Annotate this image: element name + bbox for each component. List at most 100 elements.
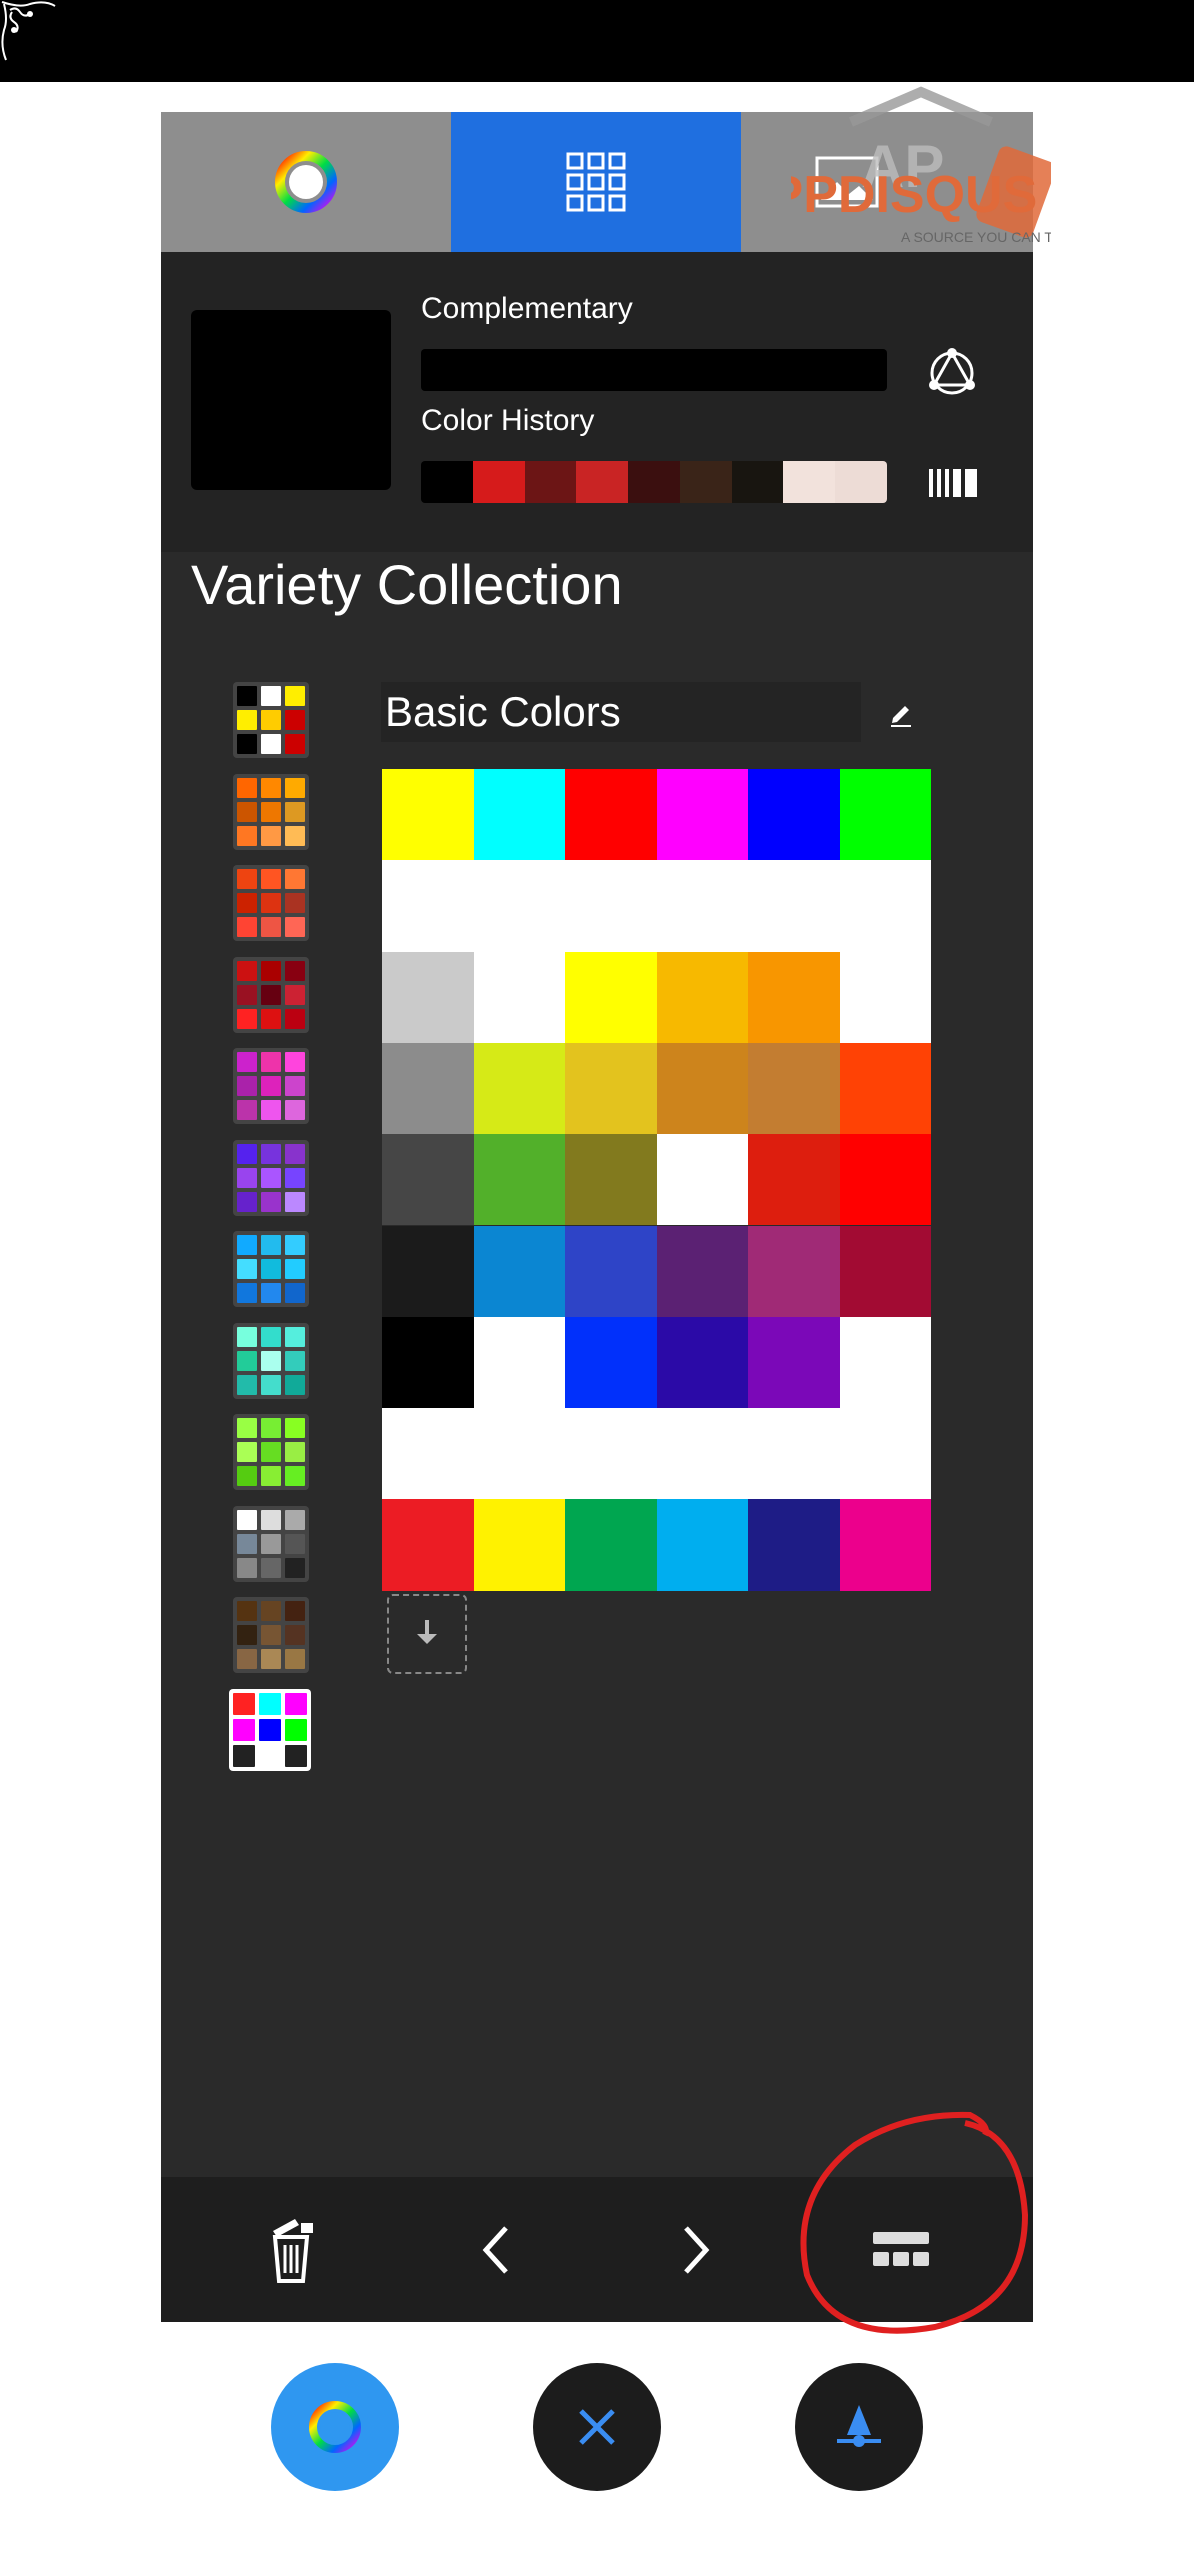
palette-thumbnail[interactable] [233,773,309,850]
history-swatch[interactable] [679,461,732,503]
color-cell[interactable] [382,769,474,861]
history-swatch[interactable] [576,461,629,503]
color-cell[interactable] [473,1134,565,1226]
color-cell[interactable] [839,860,931,952]
palette-thumbnail[interactable] [233,1231,309,1307]
palette-thumbnail[interactable] [233,1322,309,1399]
color-cell[interactable] [565,1225,657,1317]
color-cell[interactable] [565,769,657,861]
color-cell[interactable] [748,1042,840,1135]
thumbnail-swatch [237,1191,257,1212]
history-swatch[interactable] [835,461,887,503]
thumbnail-swatch [285,893,305,913]
color-cell[interactable] [839,1225,931,1317]
color-cell[interactable] [656,1225,748,1317]
thumbnail-swatch [261,1418,281,1438]
palette-name-field[interactable]: Basic Colors [381,682,861,742]
color-cell[interactable] [382,1408,474,1500]
palette-thumbnail[interactable] [233,865,309,941]
history-swatch[interactable] [628,461,680,503]
color-cell[interactable] [473,1316,565,1409]
history-swatch[interactable] [524,461,577,503]
color-cell[interactable] [839,1134,931,1226]
palette-thumbnail[interactable] [233,1414,309,1490]
edit-icon[interactable] [881,692,921,732]
current-color-swatch[interactable] [191,310,391,490]
palette-thumbnail[interactable] [233,1597,309,1673]
color-cell[interactable] [382,1134,474,1226]
complementary-bar[interactable] [421,349,887,391]
palette-thumbnail[interactable] [233,1505,309,1582]
history-list-icon[interactable] [923,462,983,504]
color-cell[interactable] [656,1408,748,1500]
color-cell[interactable] [473,860,565,952]
color-cell[interactable] [565,860,657,952]
color-cell[interactable] [656,860,748,952]
color-cell[interactable] [565,1134,657,1226]
color-cell[interactable] [382,860,474,952]
history-swatch[interactable] [472,461,525,503]
color-cell[interactable] [748,860,840,952]
color-cell[interactable] [656,951,748,1043]
thumbnail-swatch [285,1557,305,1578]
color-cell[interactable] [748,1499,840,1591]
color-cell[interactable] [473,1042,565,1135]
palette-thumbnail[interactable] [233,682,309,758]
color-cell[interactable] [748,1134,840,1226]
close-fab[interactable] [533,2363,661,2491]
color-cell[interactable] [565,1316,657,1409]
color-cell[interactable] [473,1408,565,1500]
color-cell[interactable] [748,951,840,1043]
color-cell[interactable] [656,1042,748,1135]
palette-thumbnail[interactable] [233,1139,309,1216]
color-cell[interactable] [839,951,931,1043]
history-swatch[interactable] [731,461,784,503]
color-cell[interactable] [839,1408,931,1500]
color-cell[interactable] [748,1408,840,1500]
tab-color-wheel[interactable] [161,112,451,252]
color-cell[interactable] [839,1042,931,1135]
color-cell[interactable] [839,1499,931,1591]
eyedropper-fab[interactable] [795,2363,923,2491]
previous-button[interactable] [421,2177,571,2322]
color-cell[interactable] [839,1316,931,1409]
palette-thumbnail[interactable] [229,1688,311,1771]
color-cell[interactable] [382,1316,474,1409]
next-button[interactable] [621,2177,771,2322]
color-harmony-icon[interactable] [919,340,985,406]
thumbnail-swatch [261,960,281,981]
palette-thumbnail[interactable] [233,1048,309,1124]
color-cell[interactable] [656,1134,748,1226]
color-cell[interactable] [382,1225,474,1317]
color-cell[interactable] [473,769,565,861]
color-cell[interactable] [473,1499,565,1591]
delete-button[interactable] [216,2177,366,2322]
color-cell[interactable] [565,1408,657,1500]
color-cell[interactable] [565,951,657,1043]
thumbnail-swatch [261,1466,281,1486]
color-cell[interactable] [748,1225,840,1317]
palette-thumbnail[interactable] [233,956,309,1033]
color-history-bar[interactable] [421,461,887,503]
color-cell[interactable] [656,769,748,861]
color-wheel-fab[interactable] [271,2363,399,2491]
thumbnail-swatch [261,1076,281,1096]
color-cell[interactable] [565,1499,657,1591]
color-cell[interactable] [565,1042,657,1135]
download-palette-button[interactable] [387,1594,467,1674]
color-cell[interactable] [382,951,474,1043]
color-cell[interactable] [382,1042,474,1135]
color-cell[interactable] [473,951,565,1043]
color-cell[interactable] [839,769,931,861]
color-cell[interactable] [473,1225,565,1317]
color-cell[interactable] [748,769,840,861]
history-swatch[interactable] [783,461,836,503]
thumbnail-swatch [261,1235,281,1255]
history-swatch[interactable] [421,461,473,503]
color-cell[interactable] [656,1316,748,1409]
color-cell[interactable] [656,1499,748,1591]
tab-palette[interactable] [451,112,741,252]
thumbnail-swatch [285,1692,307,1715]
color-cell[interactable] [748,1316,840,1409]
color-cell[interactable] [382,1499,474,1591]
